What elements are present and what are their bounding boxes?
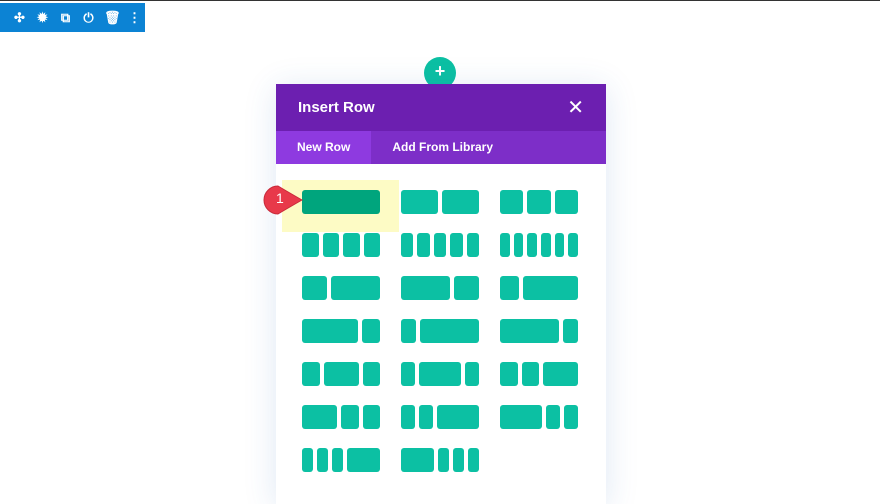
column-block — [450, 233, 463, 257]
row-layout-option[interactable] — [302, 276, 380, 300]
column-block — [401, 362, 415, 386]
column-block — [401, 233, 414, 257]
column-block — [302, 405, 337, 429]
column-block — [363, 233, 380, 257]
modal-tabs: New Row Add From Library — [276, 131, 606, 164]
row-layout-option[interactable] — [302, 405, 380, 429]
step-annotation-badge: 1 — [262, 184, 304, 215]
modal-title: Insert Row — [298, 99, 375, 116]
row-layout-option[interactable] — [401, 233, 480, 257]
column-block — [466, 233, 480, 257]
column-block — [454, 276, 479, 300]
modal-header: Insert Row ✕ — [276, 84, 606, 131]
column-block — [417, 233, 430, 257]
column-block — [401, 448, 434, 472]
column-block — [554, 190, 578, 214]
column-block — [546, 405, 560, 429]
top-border — [0, 0, 880, 1]
column-block — [401, 319, 416, 343]
column-block — [568, 233, 579, 257]
row-layout-option[interactable] — [500, 233, 579, 257]
column-block — [527, 233, 538, 257]
column-block — [541, 233, 551, 257]
column-block — [361, 319, 380, 343]
column-block — [500, 190, 524, 214]
column-block — [442, 190, 479, 214]
column-block — [419, 405, 433, 429]
column-block — [330, 276, 380, 300]
gear-icon[interactable]: ✹ — [35, 10, 50, 26]
tab-add-from-library[interactable]: Add From Library — [371, 131, 514, 164]
duplicate-icon[interactable]: ⧉ — [58, 10, 73, 26]
row-layout-option[interactable] — [302, 233, 380, 257]
tab-new-row[interactable]: New Row — [276, 131, 372, 164]
column-block — [302, 276, 327, 300]
row-layout-option[interactable] — [401, 319, 479, 343]
row-layout-option[interactable] — [401, 276, 479, 300]
column-block — [453, 448, 464, 472]
column-block — [563, 319, 578, 343]
section-toolbar: ✣ ✹ ⧉ ⏻ 🗑 ⋮ — [0, 3, 145, 32]
row-layout-option[interactable] — [302, 190, 380, 214]
column-block — [500, 405, 542, 429]
row-layout-option[interactable] — [401, 405, 479, 429]
row-layout-option[interactable] — [401, 448, 479, 472]
column-block — [343, 233, 360, 257]
column-block — [341, 405, 359, 429]
column-block — [401, 190, 438, 214]
column-block — [438, 448, 449, 472]
row-layout-option[interactable] — [500, 362, 578, 386]
column-block — [543, 362, 578, 386]
annotation-number: 1 — [276, 190, 284, 206]
row-layout-option[interactable] — [500, 190, 578, 214]
column-block — [564, 405, 578, 429]
column-block — [302, 319, 358, 343]
column-block — [500, 362, 518, 386]
move-icon[interactable]: ✣ — [12, 10, 27, 26]
column-block — [347, 448, 380, 472]
row-layout-option[interactable] — [500, 276, 578, 300]
column-block — [302, 448, 313, 472]
column-block — [419, 319, 479, 343]
row-layout-option[interactable] — [401, 190, 479, 214]
column-block — [437, 405, 479, 429]
row-layout-grid — [302, 190, 579, 472]
column-block — [500, 233, 510, 257]
row-layout-option[interactable] — [302, 448, 380, 472]
column-block — [500, 276, 519, 300]
more-icon[interactable]: ⋮ — [127, 10, 142, 26]
row-layout-option[interactable] — [500, 405, 578, 429]
column-block — [465, 362, 479, 386]
column-block — [332, 448, 343, 472]
column-block — [554, 233, 565, 257]
column-block — [401, 276, 451, 300]
column-block — [513, 233, 524, 257]
row-layout-option[interactable] — [500, 319, 578, 343]
row-layout-option[interactable] — [302, 319, 380, 343]
column-block — [522, 276, 578, 300]
column-block — [362, 362, 380, 386]
trash-icon[interactable]: 🗑 — [104, 10, 121, 26]
column-block — [302, 233, 319, 257]
column-block — [302, 190, 380, 214]
power-icon[interactable]: ⏻ — [81, 10, 96, 26]
column-block — [468, 448, 479, 472]
row-layout-option[interactable] — [302, 362, 380, 386]
column-block — [302, 362, 320, 386]
column-block — [433, 233, 447, 257]
column-block — [401, 405, 415, 429]
column-block — [322, 233, 339, 257]
close-icon[interactable]: ✕ — [567, 95, 584, 120]
column-block — [362, 405, 380, 429]
column-block — [521, 362, 539, 386]
column-block — [323, 362, 359, 386]
column-block — [419, 362, 461, 386]
column-block — [527, 190, 551, 214]
row-layout-option[interactable] — [401, 362, 479, 386]
column-block — [317, 448, 328, 472]
column-block — [500, 319, 560, 343]
